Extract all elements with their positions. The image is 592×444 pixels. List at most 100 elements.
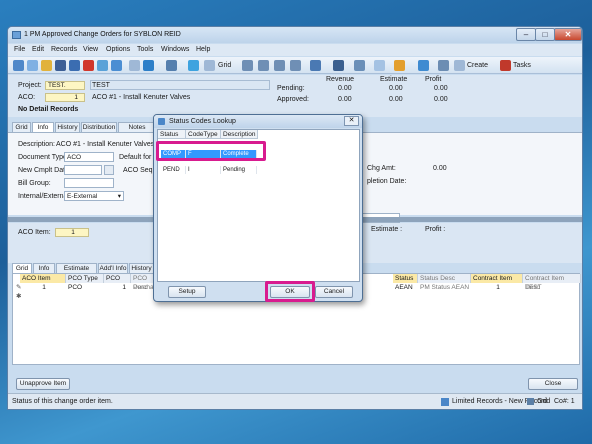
grid-header-pco[interactable]: PCO [104,274,131,283]
highlight-ok-button [265,281,315,302]
save-icon[interactable] [55,60,66,71]
tab-history[interactable]: History [55,122,80,132]
description-value[interactable]: ACO #1 - Install Kenuter Valves [56,141,154,148]
doctype-field[interactable]: ACO [64,152,114,162]
grid-dropdown-label[interactable]: Grid [218,62,231,69]
menu-view[interactable]: View [83,46,98,53]
spell-check-icon[interactable] [188,60,199,71]
grid-header-aco-item[interactable]: ACO Item [20,274,66,283]
window-title: 1 PM Approved Change Orders for SYBLON R… [24,31,181,38]
menu-records[interactable]: Records [51,46,77,53]
tab-info[interactable]: Info [32,122,54,132]
delete-icon[interactable] [83,60,94,71]
menu-tools[interactable]: Tools [137,46,153,53]
toolbar: Grid Create Tasks [8,57,582,74]
bottom-tab-grid[interactable]: Grid [12,263,32,273]
internal-external-select[interactable]: E-External ▾ [64,191,124,201]
layout-2-icon[interactable] [258,60,269,71]
edit-icon[interactable] [418,60,429,71]
create-dropdown-label[interactable]: Create [467,62,488,69]
maximize-button[interactable]: □ [535,28,555,41]
layout-1-icon[interactable] [242,60,253,71]
grid-header-contract-item[interactable]: Contract Item [471,274,523,283]
cell-aco-item[interactable]: 1 [20,284,66,292]
new-icon[interactable] [13,60,24,71]
cell-contract-item[interactable]: 1 [471,284,523,292]
cell-pco[interactable]: 1 [104,284,131,292]
report-icon[interactable] [374,60,385,71]
aco-label: ACO: [18,94,36,101]
open-folder-icon[interactable] [41,60,52,71]
notes-icon[interactable] [394,60,405,71]
new-row-icon: ✱ [16,293,22,300]
setup-button[interactable]: Setup [168,286,206,298]
list-header-description[interactable]: Description [221,130,258,139]
cell-contract-item-desc[interactable]: TEST [523,284,581,292]
menu-bar: File Edit Records View Options Tools Win… [8,44,582,56]
grid-header-status[interactable]: Status [393,274,418,283]
row-status: PEND [161,166,186,174]
bottom-tab-estimate-detail[interactable]: Estimate Detail [56,263,97,281]
menu-edit[interactable]: Edit [32,46,44,53]
bottom-tab-addl-info[interactable]: Add'l Info [98,263,128,273]
dialog-title-bar: Status Codes Lookup ✕ [154,115,362,128]
grid-header-status-desc[interactable]: Status Desc [418,274,471,283]
bottom-tab-info[interactable]: Info [33,263,55,273]
save-all-icon[interactable] [69,60,80,71]
aco-item-label: ACO Item: [18,229,51,236]
list-header-codetype[interactable]: CodeType [186,130,221,139]
pending-revenue: 0.00 [338,85,352,92]
users-icon[interactable] [354,60,365,71]
grid-status-text: Grid [537,398,551,405]
document-icon[interactable] [129,60,140,71]
pending-label: Pending: [277,85,305,92]
project-field[interactable]: TEST. [45,81,85,90]
refresh-icon[interactable] [97,60,108,71]
tab-notes[interactable]: Notes [118,122,156,132]
list-row-pend[interactable]: PEND I Pending [161,166,257,174]
unapprove-item-button[interactable]: Unapprove Item [16,378,70,390]
layout-3-icon[interactable] [274,60,285,71]
cell-status-desc[interactable]: PM Status AEAN is [418,284,471,292]
menu-help[interactable]: Help [196,46,210,53]
layout-4-icon[interactable] [290,60,301,71]
approved-estimate: 0.00 [389,96,403,103]
grid-icon[interactable] [204,60,215,71]
cancel-button[interactable]: Cancel [315,286,353,298]
aco-field[interactable]: 1 [45,93,85,102]
menu-file[interactable]: File [14,46,25,53]
print-icon[interactable] [438,60,449,71]
calendar-button-icon[interactable] [104,165,114,175]
calendar-icon[interactable] [143,60,154,71]
tab-grid[interactable]: Grid [12,122,31,132]
cell-status[interactable]: AEAN [393,284,418,292]
menu-windows[interactable]: Windows [161,46,189,53]
create-icon[interactable] [454,60,465,71]
internal-external-value: E-External [67,193,98,200]
reload-icon[interactable] [111,60,122,71]
link-icon[interactable] [333,60,344,71]
list-header-status[interactable]: Status [158,130,186,139]
project-desc-field [90,80,270,90]
search-icon[interactable] [27,60,38,71]
minimize-button[interactable]: – [516,28,536,41]
header-panel: Project: TEST. TEST ACO: 1 ACO #1 - Inst… [8,75,582,117]
menu-options[interactable]: Options [106,46,130,53]
view-icon[interactable] [166,60,177,71]
bill-group-field[interactable] [64,178,114,188]
aco-item-field[interactable]: 1 [55,228,89,237]
grid-header-pco-type[interactable]: PCO Type [66,274,104,283]
item-profit-label: Profit : [425,226,446,233]
grid-header-contract-item-desc[interactable]: Contract Item Desc [523,274,581,291]
close-window-button[interactable]: ✕ [554,28,582,41]
tasks-icon[interactable] [500,60,511,71]
dialog-close-button[interactable]: ✕ [344,116,359,126]
bottom-tab-history[interactable]: History [129,263,154,273]
cell-pco-type[interactable]: PCO [66,284,104,292]
cmplt-date-field[interactable] [64,165,102,175]
tasks-dropdown-label[interactable]: Tasks [513,62,531,69]
attach-icon[interactable] [310,60,321,71]
lookup-icon [158,118,165,125]
close-button[interactable]: Close [528,378,578,390]
tab-distribution[interactable]: Distribution [81,122,117,132]
